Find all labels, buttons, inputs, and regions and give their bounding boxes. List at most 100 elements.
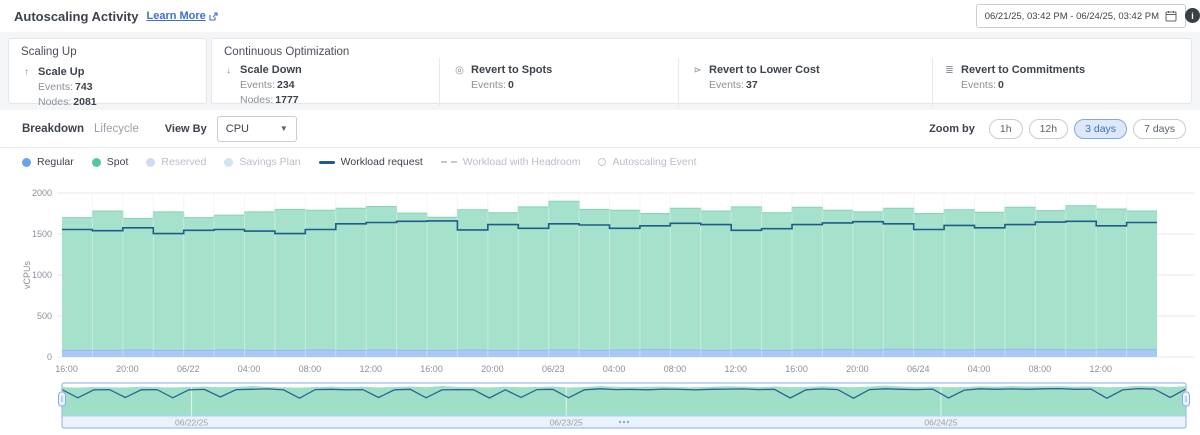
view-by-value: CPU bbox=[226, 123, 249, 135]
x-tick-label: 06/24 bbox=[907, 364, 930, 374]
revert-to-spots-name: Revert to Spots bbox=[471, 64, 552, 76]
x-tick-label: 08:00 bbox=[1029, 364, 1052, 374]
main-chart[interactable]: 0500100015002000vCPUs16:0020:0006/2204:0… bbox=[0, 183, 1200, 379]
events-label: Events: bbox=[961, 79, 996, 91]
legend-regular[interactable]: Regular bbox=[22, 156, 74, 168]
spot-dot-icon bbox=[92, 158, 101, 167]
brush-grip-icon[interactable] bbox=[619, 421, 621, 423]
scale-up-name: Scale Up bbox=[38, 66, 84, 78]
date-range-value: 06/21/25, 03:42 PM - 06/24/25, 03:42 PM bbox=[985, 11, 1159, 22]
y-tick-label: 0 bbox=[47, 352, 52, 362]
x-tick-label: 04:00 bbox=[968, 364, 991, 374]
x-tick-label: 20:00 bbox=[846, 364, 869, 374]
brush-navigator[interactable]: 06/22/25 06/23/25 06/24/25 bbox=[0, 379, 1200, 435]
x-tick-label: 12:00 bbox=[359, 364, 382, 374]
legend-autoscaling-event[interactable]: Autoscaling Event bbox=[598, 156, 696, 168]
nodes-value: 2081 bbox=[73, 96, 96, 108]
legend-workload-request[interactable]: Workload request bbox=[319, 156, 423, 168]
revert-to-lower-cost-head: ⋗ Revert to Lower Cost bbox=[692, 64, 932, 76]
scale-up-events: Events:743 bbox=[38, 81, 206, 93]
arrow-down-icon: ↓ bbox=[223, 65, 234, 76]
brush-grip-icon[interactable] bbox=[623, 421, 625, 423]
legend-workload-request-label: Workload request bbox=[341, 156, 423, 168]
x-tick-label: 06/23 bbox=[542, 364, 565, 374]
revert-to-commitments-head: ≣ Revert to Commitments bbox=[944, 64, 1191, 76]
brush-date-label: 06/22/25 bbox=[175, 418, 208, 428]
revert-to-lower-cost-name: Revert to Lower Cost bbox=[709, 64, 820, 76]
scale-down-stat: ↓ Scale Down Events:234 Nodes:1777 bbox=[212, 58, 439, 106]
y-tick-label: 1000 bbox=[32, 270, 52, 280]
brush-spot-area bbox=[62, 386, 1186, 416]
tab-breakdown[interactable]: Breakdown bbox=[22, 123, 84, 135]
events-label: Events: bbox=[240, 79, 275, 91]
page-title: Autoscaling Activity bbox=[14, 9, 138, 24]
savings-plan-dot-icon bbox=[224, 158, 233, 167]
headroom-dash-icon bbox=[441, 161, 457, 163]
top-header: Autoscaling Activity Learn More 06/21/25… bbox=[0, 0, 1200, 32]
nodes-label: Nodes: bbox=[38, 96, 71, 108]
learn-more-label: Learn More bbox=[146, 10, 205, 22]
zoom-by-label: Zoom by bbox=[929, 123, 975, 135]
calendar-icon bbox=[1165, 10, 1177, 22]
legend-savings-plan[interactable]: Savings Plan bbox=[224, 156, 300, 168]
stats-strip: Scaling Up ↑ Scale Up Events:743 Nodes:2… bbox=[0, 32, 1200, 110]
events-value: 0 bbox=[508, 79, 514, 91]
scaling-up-card: Scaling Up ↑ Scale Up Events:743 Nodes:2… bbox=[8, 38, 207, 104]
regular-dot-icon bbox=[22, 158, 31, 167]
learn-more-link[interactable]: Learn More bbox=[146, 10, 217, 22]
revert-to-spots-head: ◎ Revert to Spots bbox=[454, 64, 678, 76]
external-link-icon bbox=[209, 12, 218, 21]
x-tick-label: 16:00 bbox=[785, 364, 808, 374]
legend-regular-label: Regular bbox=[37, 156, 74, 168]
y-axis-title: vCPUs bbox=[22, 261, 32, 290]
legend-workload-headroom[interactable]: Workload with Headroom bbox=[441, 156, 581, 168]
zoom-option-12h[interactable]: 12h bbox=[1029, 119, 1069, 139]
view-by-label: View By bbox=[165, 123, 207, 135]
scale-up-nodes: Nodes:2081 bbox=[38, 96, 206, 108]
scale-down-nodes: Nodes:1777 bbox=[240, 94, 439, 106]
scale-up-stat: ↑ Scale Up Events:743 Nodes:2081 bbox=[9, 58, 206, 108]
x-tick-label: 08:00 bbox=[664, 364, 687, 374]
continuous-optimization-items: ↓ Scale Down Events:234 Nodes:1777 ◎ Rev… bbox=[212, 58, 1191, 106]
zoom-option-7days[interactable]: 7 days bbox=[1133, 119, 1186, 139]
y-tick-label: 1500 bbox=[32, 229, 52, 239]
scaling-up-title: Scaling Up bbox=[9, 39, 206, 58]
legend-reserved[interactable]: Reserved bbox=[146, 156, 206, 168]
events-label: Events: bbox=[471, 79, 506, 91]
zoom-option-3days[interactable]: 3 days bbox=[1074, 119, 1127, 139]
info-glyph: i bbox=[1191, 11, 1194, 21]
date-range-picker[interactable]: 06/21/25, 03:42 PM - 06/24/25, 03:42 PM bbox=[976, 4, 1186, 28]
y-tick-label: 2000 bbox=[32, 188, 52, 198]
info-icon[interactable]: i bbox=[1185, 8, 1200, 23]
revert-to-lower-cost-stat: ⋗ Revert to Lower Cost Events:37 bbox=[678, 58, 932, 106]
legend-reserved-label: Reserved bbox=[161, 156, 206, 168]
reserved-dot-icon bbox=[146, 158, 155, 167]
tab-lifecycle[interactable]: Lifecycle bbox=[94, 123, 139, 135]
x-tick-label: 04:00 bbox=[603, 364, 626, 374]
revert-to-commitments-name: Revert to Commitments bbox=[961, 64, 1085, 76]
nodes-value: 1777 bbox=[275, 94, 298, 106]
nodes-label: Nodes: bbox=[240, 94, 273, 106]
events-value: 37 bbox=[746, 79, 758, 91]
scale-down-head: ↓ Scale Down bbox=[223, 64, 439, 76]
brush-date-label: 06/24/25 bbox=[924, 418, 957, 428]
legend-spot[interactable]: Spot bbox=[92, 156, 129, 168]
view-by-select[interactable]: CPU ▼ bbox=[217, 116, 297, 142]
layers-icon: ≣ bbox=[944, 65, 955, 76]
autoscaling-event-ring-icon bbox=[598, 158, 606, 166]
events-value: 234 bbox=[277, 79, 295, 91]
continuous-optimization-card: Continuous Optimization ↓ Scale Down Eve… bbox=[211, 38, 1192, 104]
x-tick-label: 08:00 bbox=[299, 364, 322, 374]
revert-to-spots-events: Events:0 bbox=[471, 79, 678, 91]
legend-spot-label: Spot bbox=[107, 156, 129, 168]
legend-workload-headroom-label: Workload with Headroom bbox=[463, 156, 581, 168]
x-tick-label: 20:00 bbox=[116, 364, 139, 374]
x-tick-label: 04:00 bbox=[238, 364, 261, 374]
spot-target-icon: ◎ bbox=[454, 65, 465, 76]
x-tick-label: 16:00 bbox=[420, 364, 443, 374]
brush-date-label: 06/23/25 bbox=[550, 418, 583, 428]
brush-grip-icon[interactable] bbox=[627, 421, 629, 423]
arrow-box-icon: ⋗ bbox=[692, 65, 703, 76]
zoom-option-1h[interactable]: 1h bbox=[989, 119, 1023, 139]
events-label: Events: bbox=[38, 81, 73, 93]
